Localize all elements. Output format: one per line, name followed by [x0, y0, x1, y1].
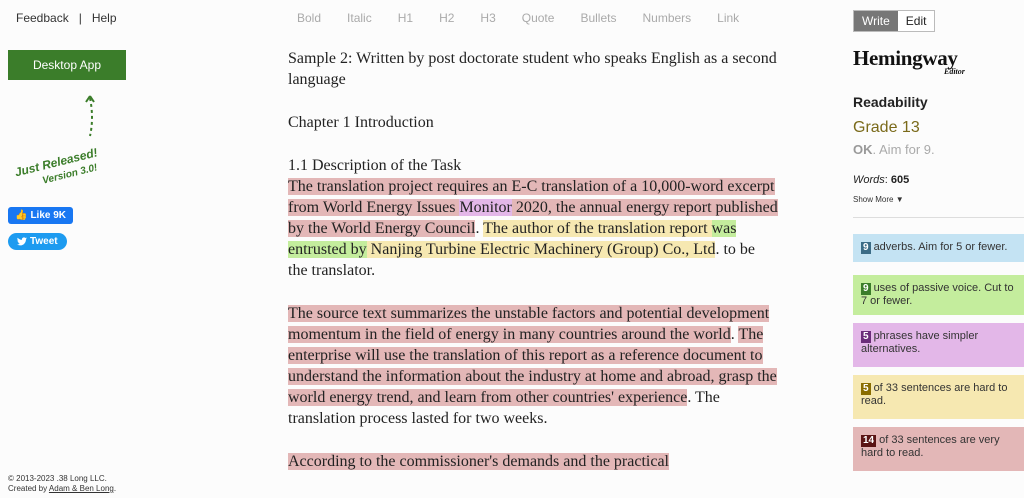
copyright: © 2013-2023 .38 Long LLC. Created by Ada…	[8, 474, 116, 494]
aim-ok: OK	[853, 142, 873, 157]
grade-level: Grade 13	[853, 119, 920, 136]
very-hard-sentences-card: 14 of 33 sentences are very hard to read.	[853, 427, 1024, 471]
section-heading: 1.1 Description of the Task	[288, 157, 462, 174]
very-hard-count: 14	[861, 435, 877, 447]
help-link[interactable]: Help	[92, 11, 117, 25]
authors-link[interactable]: Adam & Ben Long	[49, 484, 114, 493]
toolbar-h3[interactable]: H3	[480, 11, 495, 25]
toolbar-h1[interactable]: H1	[398, 11, 413, 25]
desktop-app-button[interactable]: Desktop App	[8, 50, 126, 80]
simpler-count: 5	[861, 331, 871, 343]
copyright-prefix: Created by	[8, 484, 49, 493]
copyright-line2: Created by Adam & Ben Long.	[8, 484, 116, 494]
panel-divider	[853, 217, 1024, 218]
dashed-arrow-icon	[89, 97, 93, 137]
words-label: Words	[853, 174, 885, 186]
caret-down-icon: ▼	[895, 195, 904, 204]
simpler-phrases-card: 5 phrases have simpler alternatives.	[853, 323, 1024, 367]
adverbs-card: 9 adverbs. Aim for 5 or fewer.	[853, 234, 1024, 262]
mode-toggle: Write Edit	[853, 10, 936, 32]
just-released-badge: Just Released! Version 3.0!	[13, 95, 99, 187]
editor-text-area[interactable]: Sample 2: Written by post doctorate stud…	[288, 48, 778, 494]
hard-sentences-card: 5 of 33 sentences are hard to read.	[853, 375, 1024, 419]
twitter-bird-icon	[17, 237, 27, 246]
toolbar-italic[interactable]: Italic	[347, 11, 372, 25]
grade-aim: OK. Aim for 9.	[853, 142, 935, 157]
paragraph-4[interactable]: The source text summarizes the unstable …	[288, 303, 778, 429]
toolbar-quote[interactable]: Quote	[522, 11, 555, 25]
paragraph-2[interactable]: Chapter 1 Introduction	[288, 112, 778, 133]
tweet-button[interactable]: Tweet	[8, 233, 67, 250]
hemingway-logo-sub: Editor	[944, 67, 965, 76]
very-hard-sentence: According to the commissioner's demands …	[288, 453, 669, 470]
edit-mode-button[interactable]: Edit	[897, 11, 935, 31]
facebook-like-button[interactable]: 👍 Like 9K	[8, 207, 74, 224]
words-value: 605	[890, 174, 910, 186]
passive-count: 9	[861, 283, 871, 295]
hemingway-logo: Hemingway	[853, 46, 958, 70]
write-mode-button[interactable]: Write	[854, 11, 898, 31]
hard-text: of 33 sentences are hard to read.	[861, 382, 1008, 407]
very-hard-text: of 33 sentences are very hard to read.	[861, 434, 1000, 459]
nav-separator: |	[78, 11, 82, 25]
simpler-phrase-highlight: Monitor	[459, 199, 512, 216]
adverbs-text: adverbs. Aim for 5 or fewer.	[873, 241, 1008, 253]
facebook-like-label: Like 9K	[30, 210, 67, 221]
simpler-text: phrases have simpler alternatives.	[861, 330, 979, 355]
adverbs-count: 9	[861, 242, 871, 254]
toolbar-link[interactable]: Link	[717, 11, 739, 25]
readability-heading: Readability	[853, 94, 928, 110]
format-toolbar: Bold Italic H1 H2 H3 Quote Bullets Numbe…	[297, 11, 765, 25]
thumbs-up-icon: 👍	[15, 210, 28, 221]
toolbar-h2[interactable]: H2	[439, 11, 454, 25]
toolbar-bold[interactable]: Bold	[297, 11, 321, 25]
sentence-punct: .	[475, 220, 484, 237]
show-more-toggle[interactable]: Show More ▼	[853, 195, 904, 204]
sentence-text: Nanjing Turbine Electric Machinery (Grou…	[366, 241, 716, 258]
passive-voice-card: 9 uses of passive voice. Cut to 7 or fewe…	[853, 275, 1024, 315]
aim-text: . Aim for 9.	[872, 142, 935, 157]
word-count: Words: 605	[853, 174, 910, 186]
paragraph-1[interactable]: Sample 2: Written by post doctorate stud…	[288, 48, 778, 90]
passive-text: uses of passive voice. Cut to 7 or fewer…	[861, 282, 1014, 307]
paragraph-3[interactable]: 1.1 Description of the Task The translati…	[288, 155, 778, 281]
top-nav: Feedback | Help	[16, 11, 117, 25]
toolbar-numbers[interactable]: Numbers	[642, 11, 691, 25]
toolbar-bullets[interactable]: Bullets	[580, 11, 616, 25]
copyright-line1: © 2013-2023 .38 Long LLC.	[8, 474, 107, 483]
feedback-link[interactable]: Feedback	[16, 11, 69, 25]
very-hard-sentence: The source text summarizes the unstable …	[288, 305, 770, 343]
hard-count: 5	[861, 383, 871, 395]
sentence-text: The author of the translation report	[483, 220, 712, 237]
copyright-suffix: .	[113, 484, 117, 493]
paragraph-5[interactable]: According to the commissioner's demands …	[288, 451, 778, 472]
show-more-label: Show More	[853, 195, 894, 204]
tweet-label: Tweet	[30, 236, 58, 247]
